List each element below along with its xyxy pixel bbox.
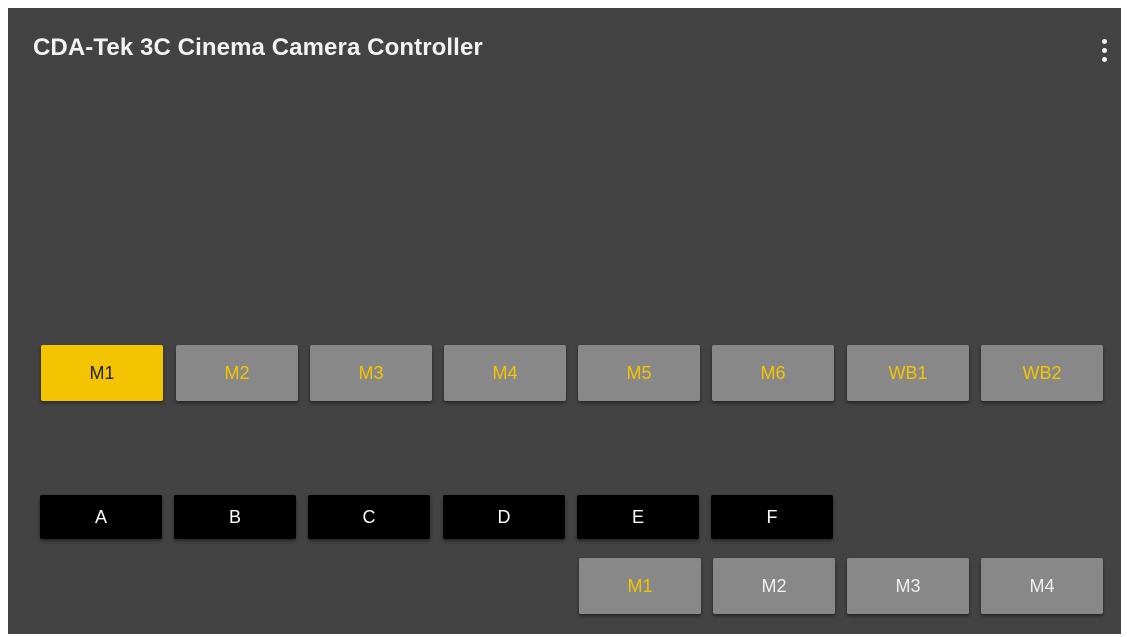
camera-button-b[interactable]: B bbox=[174, 495, 296, 539]
menu-dot bbox=[1101, 38, 1107, 44]
camera-button-c[interactable]: C bbox=[308, 495, 430, 539]
bank-button-m4[interactable]: M4 bbox=[981, 558, 1103, 614]
memory-button-m2[interactable]: M2 bbox=[176, 345, 298, 401]
app-bar: CDA-Tek 3C Cinema Camera Controller bbox=[8, 8, 1121, 94]
memory-button-m6[interactable]: M6 bbox=[712, 345, 834, 401]
menu-dot bbox=[1101, 47, 1107, 53]
memory-button-m3[interactable]: M3 bbox=[310, 345, 432, 401]
bank-button-m3[interactable]: M3 bbox=[847, 558, 969, 614]
memory-button-m5[interactable]: M5 bbox=[578, 345, 700, 401]
camera-button-a[interactable]: A bbox=[40, 495, 162, 539]
memory-button-m4[interactable]: M4 bbox=[444, 345, 566, 401]
memory-button-wb2[interactable]: WB2 bbox=[981, 345, 1103, 401]
camera-button-d[interactable]: D bbox=[443, 495, 565, 539]
camera-button-e[interactable]: E bbox=[577, 495, 699, 539]
memory-button-wb1[interactable]: WB1 bbox=[847, 345, 969, 401]
bank-button-m2[interactable]: M2 bbox=[713, 558, 835, 614]
more-vert-icon[interactable] bbox=[1087, 30, 1121, 70]
app-title: CDA-Tek 3C Cinema Camera Controller bbox=[33, 34, 483, 61]
camera-button-f[interactable]: F bbox=[711, 495, 833, 539]
memory-button-m1[interactable]: M1 bbox=[41, 345, 163, 401]
menu-dot bbox=[1101, 56, 1107, 62]
app-screen: CDA-Tek 3C Cinema Camera Controller M1 M… bbox=[8, 8, 1121, 634]
bank-button-m1[interactable]: M1 bbox=[579, 558, 701, 614]
